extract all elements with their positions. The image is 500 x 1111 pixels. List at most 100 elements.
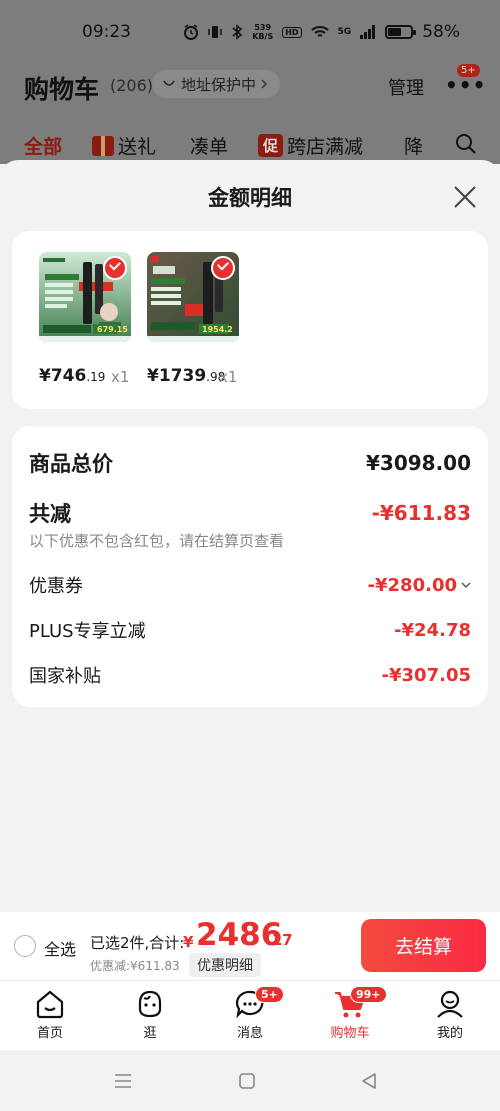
- chevron-right-icon: [261, 79, 268, 89]
- nav-browse[interactable]: 逛: [110, 989, 190, 1041]
- select-all-radio[interactable]: [14, 935, 36, 957]
- checkout-button[interactable]: 去结算: [361, 919, 486, 972]
- product-qty: x1: [219, 368, 238, 386]
- product-thumbnail: 1954.2: [147, 252, 239, 342]
- tab-all[interactable]: 全部: [24, 132, 62, 159]
- status-icons: 539 KB/S HD 5G 58%: [183, 22, 460, 42]
- national-subsidy-value: -¥307.05: [381, 664, 471, 686]
- address-protection-pill[interactable]: 地址保护中: [152, 70, 281, 98]
- price-int: ¥1739: [147, 366, 207, 386]
- price-dec: .19: [86, 370, 106, 384]
- more-dots-icon: •••: [445, 73, 487, 97]
- reduction-note: 以下优惠不包含红包，请在结算页查看: [29, 532, 285, 550]
- manage-button[interactable]: 管理: [388, 74, 424, 100]
- product-qty: x1: [111, 368, 130, 386]
- home-square-icon[interactable]: [236, 1070, 258, 1092]
- select-all-label[interactable]: 全选: [44, 936, 76, 960]
- tab-price-drop-label: 降: [404, 136, 424, 158]
- coupon-value: -¥280.00: [368, 575, 471, 596]
- nav-browse-label: 逛: [143, 1026, 157, 1041]
- nav-home[interactable]: 首页: [10, 989, 90, 1041]
- tab-combine[interactable]: 凑单: [190, 132, 228, 159]
- address-label: 地址保护中: [181, 75, 257, 94]
- menu-icon[interactable]: [112, 1070, 134, 1092]
- smile-icon: [163, 80, 175, 86]
- products-card: 679.15 ¥746.19 x1 1954.2 ¥1739.98 x1: [12, 231, 488, 409]
- home-icon: [36, 990, 64, 1019]
- coupon-row[interactable]: 优惠券 -¥280.00: [29, 572, 471, 598]
- messages-badge: 5+: [255, 986, 284, 1003]
- signal-type: 5G: [337, 27, 352, 37]
- more-badge: 5+: [457, 64, 480, 77]
- status-time: 09:23: [82, 22, 131, 42]
- page-title: 购物车: [24, 75, 100, 104]
- tab-price-drop[interactable]: 降: [404, 132, 423, 159]
- hd-badge: HD: [282, 26, 302, 38]
- cart-count: (206): [110, 76, 154, 95]
- nav-cart-label: 购物车: [330, 1026, 370, 1041]
- plus-discount-row: PLUS专享立减 -¥24.78: [29, 617, 471, 643]
- vibrate-icon: [208, 26, 222, 38]
- net-speed-value: 539: [254, 23, 272, 32]
- bottom-tab-bar: 首页 逛 消息 5+ 购物车 99+ 我的: [0, 980, 500, 1050]
- chevron-down-icon: [461, 582, 471, 588]
- filter-tabs: 全部 送礼 凑单 促跨店满减 降: [0, 132, 500, 162]
- product-price: ¥1739.98: [147, 366, 225, 386]
- price-int: ¥746: [39, 366, 87, 386]
- currency-symbol: ¥: [183, 933, 194, 951]
- total-price-label: 商品总价: [29, 452, 113, 476]
- product-price: ¥746.19: [39, 366, 105, 386]
- national-subsidy-label: 国家补贴: [29, 666, 101, 687]
- total-reduction-label: 共减: [29, 502, 71, 526]
- nav-messages[interactable]: 消息 5+: [210, 986, 290, 1041]
- battery-percent: 58%: [422, 22, 460, 42]
- nav-home-label: 首页: [36, 1026, 63, 1041]
- nav-me-label: 我的: [436, 1026, 463, 1041]
- sheet-title: 金额明细: [208, 186, 292, 210]
- back-icon[interactable]: [358, 1070, 380, 1092]
- coupon-label: 优惠券: [29, 576, 83, 597]
- wifi-icon: [310, 26, 329, 37]
- checkout-discount: 优惠减:¥611.83: [90, 959, 180, 973]
- close-icon[interactable]: [452, 184, 478, 210]
- tab-gift[interactable]: 送礼: [92, 132, 156, 159]
- tab-all-label: 全部: [24, 136, 63, 158]
- signal-icon: [360, 25, 376, 39]
- system-nav-bar: [0, 1050, 500, 1111]
- price-summary-card: 商品总价 ¥3098.00 共减 -¥611.83 以下优惠不包含红包，请在结算…: [12, 426, 488, 707]
- total-reduction-value: -¥611.83: [371, 501, 471, 525]
- tab-cross-store-label: 跨店满减: [287, 136, 364, 158]
- cart-badge: 99+: [350, 986, 387, 1003]
- plus-discount-value: -¥24.78: [394, 619, 471, 641]
- thumbnail-price: 1954.2: [202, 325, 233, 334]
- alarm-icon: [184, 24, 199, 40]
- browse-face-icon: [138, 990, 162, 1018]
- total-price-row: 商品总价 ¥3098.00: [29, 448, 471, 478]
- cart-header: 购物车 (206) 地址保护中 管理 ••• 5+ 全部 送礼 凑单 促跨店满减…: [0, 64, 500, 164]
- search-icon[interactable]: [454, 132, 478, 156]
- tab-gift-label: 送礼: [118, 136, 157, 158]
- coupon-amount: -¥280.00: [367, 574, 457, 596]
- total-reduction-row: 共减 -¥611.83: [29, 498, 471, 528]
- net-speed: 539 KB/S: [252, 23, 273, 41]
- nav-messages-label: 消息: [236, 1026, 263, 1041]
- product-thumbnail: 679.15: [39, 252, 131, 342]
- nav-cart[interactable]: 购物车 99+: [310, 986, 390, 1041]
- national-subsidy-row: 国家补贴 -¥307.05: [29, 662, 471, 688]
- discount-detail-button[interactable]: 优惠明细: [189, 953, 261, 977]
- selected-check-icon: [103, 256, 127, 280]
- checkout-bar: 全选 已选2件,合计: ¥ 2486 .17 优惠减:¥611.83 优惠明细 …: [0, 912, 500, 980]
- profile-icon: [437, 990, 463, 1018]
- thumbnail-price: 679.15: [97, 325, 128, 334]
- amount-detail-sheet: 金额明细 679.15 ¥746.19 x1 1954.2 ¥1739.98 x…: [0, 160, 500, 912]
- total-price-value: ¥3098.00: [365, 451, 471, 475]
- checkout-total-dec: .17: [266, 931, 293, 949]
- promo-tag: 促: [258, 134, 284, 157]
- tab-cross-store[interactable]: 促跨店满减: [258, 132, 363, 159]
- net-speed-unit: KB/S: [252, 32, 274, 41]
- bluetooth-icon: [232, 24, 243, 40]
- nav-me[interactable]: 我的: [410, 989, 490, 1041]
- gift-icon: [92, 135, 114, 156]
- tab-combine-label: 凑单: [190, 136, 229, 158]
- plus-discount-label: PLUS专享立减: [29, 621, 146, 642]
